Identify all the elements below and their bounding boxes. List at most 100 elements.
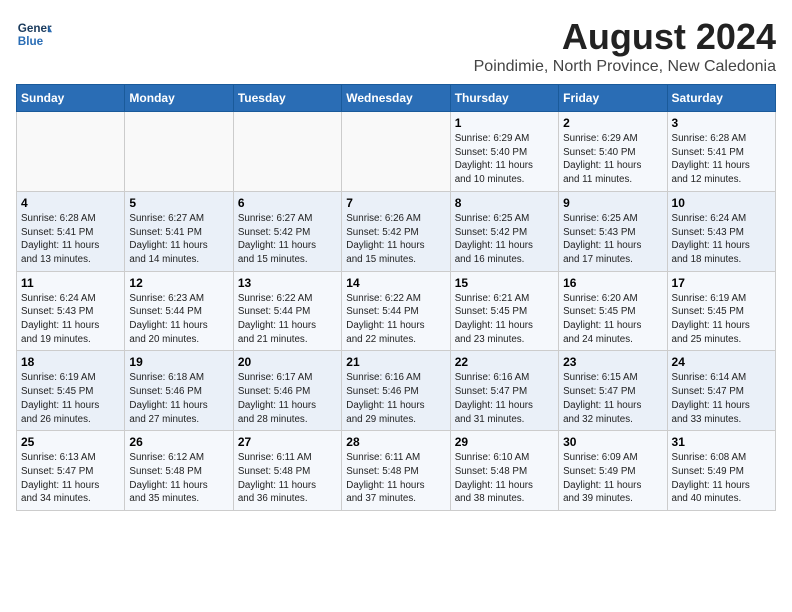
day-number: 19 (129, 355, 228, 369)
header-cell-thursday: Thursday (450, 85, 558, 112)
day-cell: 2 Sunrise: 6:29 AM Sunset: 5:40 PM Daylig… (559, 112, 667, 192)
day-info: Sunrise: 6:19 AM Sunset: 5:45 PM Dayligh… (672, 292, 771, 347)
header-cell-saturday: Saturday (667, 85, 775, 112)
day-cell: 6 Sunrise: 6:27 AM Sunset: 5:42 PM Daylig… (233, 191, 341, 271)
day-info: Sunrise: 6:09 AM Sunset: 5:49 PM Dayligh… (563, 451, 662, 506)
day-info: Sunrise: 6:11 AM Sunset: 5:48 PM Dayligh… (346, 451, 445, 506)
day-info: Sunrise: 6:11 AM Sunset: 5:48 PM Dayligh… (238, 451, 337, 506)
day-cell: 11 Sunrise: 6:24 AM Sunset: 5:43 PM Dayli… (17, 271, 125, 351)
day-cell: 1 Sunrise: 6:29 AM Sunset: 5:40 PM Daylig… (450, 112, 558, 192)
day-number: 8 (455, 196, 554, 210)
day-number: 2 (563, 116, 662, 130)
day-cell (233, 112, 341, 192)
week-row-1: 1 Sunrise: 6:29 AM Sunset: 5:40 PM Daylig… (17, 112, 776, 192)
day-cell: 30 Sunrise: 6:09 AM Sunset: 5:49 PM Dayli… (559, 431, 667, 511)
day-info: Sunrise: 6:24 AM Sunset: 5:43 PM Dayligh… (672, 212, 771, 267)
day-number: 21 (346, 355, 445, 369)
day-number: 7 (346, 196, 445, 210)
calendar-table: SundayMondayTuesdayWednesdayThursdayFrid… (16, 84, 776, 511)
day-number: 16 (563, 276, 662, 290)
header-cell-wednesday: Wednesday (342, 85, 450, 112)
day-number: 1 (455, 116, 554, 130)
calendar-title: August 2024 (474, 16, 776, 58)
day-info: Sunrise: 6:25 AM Sunset: 5:42 PM Dayligh… (455, 212, 554, 267)
day-number: 27 (238, 435, 337, 449)
day-info: Sunrise: 6:17 AM Sunset: 5:46 PM Dayligh… (238, 371, 337, 426)
day-cell: 19 Sunrise: 6:18 AM Sunset: 5:46 PM Dayli… (125, 351, 233, 431)
day-cell: 15 Sunrise: 6:21 AM Sunset: 5:45 PM Dayli… (450, 271, 558, 351)
day-number: 29 (455, 435, 554, 449)
day-cell: 12Sunrise: 6:23 AM Sunset: 5:44 PM Dayli… (125, 271, 233, 351)
day-info: Sunrise: 6:10 AM Sunset: 5:48 PM Dayligh… (455, 451, 554, 506)
day-cell (17, 112, 125, 192)
day-info: Sunrise: 6:29 AM Sunset: 5:40 PM Dayligh… (563, 132, 662, 187)
day-info: Sunrise: 6:24 AM Sunset: 5:43 PM Dayligh… (21, 292, 120, 347)
day-info: Sunrise: 6:22 AM Sunset: 5:44 PM Dayligh… (238, 292, 337, 347)
day-cell: 21 Sunrise: 6:16 AM Sunset: 5:46 PM Dayli… (342, 351, 450, 431)
day-number: 30 (563, 435, 662, 449)
day-cell: 22 Sunrise: 6:16 AM Sunset: 5:47 PM Dayli… (450, 351, 558, 431)
day-number: 13 (238, 276, 337, 290)
day-number: 28 (346, 435, 445, 449)
day-number: 22 (455, 355, 554, 369)
day-info: Sunrise: 6:08 AM Sunset: 5:49 PM Dayligh… (672, 451, 771, 506)
day-info: Sunrise: 6:18 AM Sunset: 5:46 PM Dayligh… (129, 371, 228, 426)
day-number: 12 (129, 276, 228, 290)
day-number: 9 (563, 196, 662, 210)
day-info: Sunrise: 6:14 AM Sunset: 5:47 PM Dayligh… (672, 371, 771, 426)
day-info: Sunrise: 6:27 AM Sunset: 5:41 PM Dayligh… (129, 212, 228, 267)
day-cell: 20 Sunrise: 6:17 AM Sunset: 5:46 PM Dayli… (233, 351, 341, 431)
day-cell: 16 Sunrise: 6:20 AM Sunset: 5:45 PM Dayli… (559, 271, 667, 351)
day-cell (342, 112, 450, 192)
logo: General Blue (16, 16, 52, 52)
day-info: Sunrise: 6:28 AM Sunset: 5:41 PM Dayligh… (672, 132, 771, 187)
day-info: Sunrise: 6:16 AM Sunset: 5:46 PM Dayligh… (346, 371, 445, 426)
day-cell: 10Sunrise: 6:24 AM Sunset: 5:43 PM Dayli… (667, 191, 775, 271)
day-cell: 5Sunrise: 6:27 AM Sunset: 5:41 PM Daylig… (125, 191, 233, 271)
title-area: August 2024 Poindimie, North Province, N… (474, 16, 776, 76)
day-number: 31 (672, 435, 771, 449)
day-number: 14 (346, 276, 445, 290)
day-number: 20 (238, 355, 337, 369)
day-number: 17 (672, 276, 771, 290)
day-cell: 29 Sunrise: 6:10 AM Sunset: 5:48 PM Dayli… (450, 431, 558, 511)
day-cell: 31 Sunrise: 6:08 AM Sunset: 5:49 PM Dayli… (667, 431, 775, 511)
day-number: 25 (21, 435, 120, 449)
day-number: 6 (238, 196, 337, 210)
day-info: Sunrise: 6:29 AM Sunset: 5:40 PM Dayligh… (455, 132, 554, 187)
day-info: Sunrise: 6:20 AM Sunset: 5:45 PM Dayligh… (563, 292, 662, 347)
calendar-subtitle: Poindimie, North Province, New Caledonia (474, 58, 776, 76)
page-header: General Blue August 2024 Poindimie, Nort… (16, 16, 776, 76)
week-row-3: 11 Sunrise: 6:24 AM Sunset: 5:43 PM Dayli… (17, 271, 776, 351)
day-cell: 8 Sunrise: 6:25 AM Sunset: 5:42 PM Daylig… (450, 191, 558, 271)
day-info: Sunrise: 6:13 AM Sunset: 5:47 PM Dayligh… (21, 451, 120, 506)
day-number: 26 (129, 435, 228, 449)
day-cell: 18Sunrise: 6:19 AM Sunset: 5:45 PM Dayli… (17, 351, 125, 431)
week-row-4: 18Sunrise: 6:19 AM Sunset: 5:45 PM Dayli… (17, 351, 776, 431)
day-number: 18 (21, 355, 120, 369)
day-number: 24 (672, 355, 771, 369)
day-cell: 13 Sunrise: 6:22 AM Sunset: 5:44 PM Dayli… (233, 271, 341, 351)
day-cell: 14Sunrise: 6:22 AM Sunset: 5:44 PM Dayli… (342, 271, 450, 351)
week-row-2: 4Sunrise: 6:28 AM Sunset: 5:41 PM Daylig… (17, 191, 776, 271)
day-cell: 24 Sunrise: 6:14 AM Sunset: 5:47 PM Dayli… (667, 351, 775, 431)
day-info: Sunrise: 6:28 AM Sunset: 5:41 PM Dayligh… (21, 212, 120, 267)
header-cell-tuesday: Tuesday (233, 85, 341, 112)
day-number: 11 (21, 276, 120, 290)
week-row-5: 25 Sunrise: 6:13 AM Sunset: 5:47 PM Dayli… (17, 431, 776, 511)
day-info: Sunrise: 6:27 AM Sunset: 5:42 PM Dayligh… (238, 212, 337, 267)
day-cell (125, 112, 233, 192)
header-row: SundayMondayTuesdayWednesdayThursdayFrid… (17, 85, 776, 112)
header-cell-sunday: Sunday (17, 85, 125, 112)
day-number: 3 (672, 116, 771, 130)
day-info: Sunrise: 6:25 AM Sunset: 5:43 PM Dayligh… (563, 212, 662, 267)
day-info: Sunrise: 6:21 AM Sunset: 5:45 PM Dayligh… (455, 292, 554, 347)
day-info: Sunrise: 6:16 AM Sunset: 5:47 PM Dayligh… (455, 371, 554, 426)
day-number: 15 (455, 276, 554, 290)
header-cell-monday: Monday (125, 85, 233, 112)
day-info: Sunrise: 6:12 AM Sunset: 5:48 PM Dayligh… (129, 451, 228, 506)
day-cell: 7Sunrise: 6:26 AM Sunset: 5:42 PM Daylig… (342, 191, 450, 271)
day-cell: 4Sunrise: 6:28 AM Sunset: 5:41 PM Daylig… (17, 191, 125, 271)
day-cell: 27 Sunrise: 6:11 AM Sunset: 5:48 PM Dayli… (233, 431, 341, 511)
calendar-header: SundayMondayTuesdayWednesdayThursdayFrid… (17, 85, 776, 112)
